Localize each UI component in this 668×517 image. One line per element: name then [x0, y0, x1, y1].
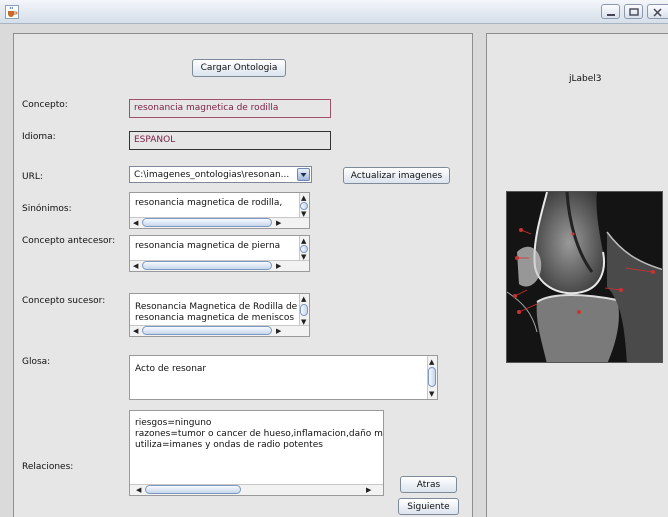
list-item: Resonancia Magnetica de Rodilla de	[135, 302, 298, 312]
vertical-scrollbar[interactable]: ▲ ▼	[299, 236, 309, 262]
window-title-bar	[0, 0, 668, 24]
sinonimos-list[interactable]: resonancia magnetica de rodilla, ▲ ▼ ◀ ▶	[129, 192, 310, 229]
glosa-textarea[interactable]: Acto de resonar ▲ ▼	[129, 355, 438, 400]
url-combobox-value: C:\imagenes_ontologias\resonan...	[134, 170, 290, 180]
atras-button[interactable]: Atras	[400, 476, 457, 493]
vertical-scrollbar[interactable]: ▲ ▼	[299, 193, 309, 219]
cargar-ontologia-button[interactable]: Cargar Ontologia	[192, 59, 286, 77]
antecesor-list[interactable]: resonancia magnetica de pierna ▲ ▼ ◀ ▶	[129, 235, 310, 272]
java-cup-icon	[5, 5, 19, 19]
scroll-thumb[interactable]	[300, 245, 308, 253]
relaciones-label: Relaciones:	[22, 462, 74, 472]
scroll-thumb[interactable]	[142, 326, 272, 335]
scroll-thumb[interactable]	[300, 202, 308, 210]
actualizar-imagenes-button[interactable]: Actualizar imagenes	[343, 167, 450, 184]
minimize-icon[interactable]	[601, 4, 620, 19]
url-combobox[interactable]: C:\imagenes_ontologias\resonan...	[129, 166, 312, 183]
list-item: resonancia magnetica de pierna	[135, 241, 281, 251]
jlabel3-label: jLabel3	[569, 74, 602, 84]
list-item: utiliza=imanes y ondas de radio potentes	[135, 440, 323, 450]
glosa-label: Glosa:	[22, 357, 51, 367]
horizontal-scrollbar[interactable]: ◀ ▶	[130, 217, 309, 228]
list-item: resonancia magnetica de meniscos	[135, 313, 295, 323]
idioma-label: Idioma:	[22, 132, 56, 142]
list-item: resonancia magnetica de rodilla,	[135, 198, 283, 208]
list-item: razones=tumor o cancer de hueso,inflamac…	[135, 429, 384, 439]
scroll-thumb[interactable]	[142, 218, 272, 227]
url-label: URL:	[22, 172, 43, 182]
siguiente-button[interactable]: Siguiente	[398, 498, 459, 515]
horizontal-scrollbar[interactable]: ◀ ▶	[130, 325, 309, 336]
vertical-scrollbar[interactable]: ▲ ▼	[299, 294, 309, 327]
chevron-down-icon[interactable]	[297, 168, 310, 181]
concepto-label: Concepto:	[22, 100, 68, 110]
horizontal-scrollbar[interactable]: ◀ ▶	[130, 260, 309, 271]
sucesor-label: Concepto sucesor:	[22, 296, 106, 306]
vertical-scrollbar[interactable]: ▲ ▼	[427, 356, 437, 399]
scroll-thumb[interactable]	[142, 261, 272, 270]
glosa-text: Acto de resonar	[135, 364, 207, 374]
sucesor-list[interactable]: Resonancia Magnetica de Rodilla de reson…	[129, 293, 310, 337]
scroll-thumb[interactable]	[428, 367, 436, 387]
close-icon[interactable]	[647, 4, 668, 19]
list-item: riesgos=ninguno	[135, 418, 212, 428]
sinonimos-label: Sinónimos:	[22, 204, 72, 214]
horizontal-scrollbar[interactable]: ◀ ▶	[130, 484, 383, 495]
relaciones-textarea[interactable]: riesgos=ninguno razones=tumor o cancer d…	[129, 410, 384, 496]
scroll-thumb[interactable]	[300, 304, 308, 316]
antecesor-label: Concepto antecesor:	[22, 236, 116, 246]
scroll-thumb[interactable]	[145, 485, 241, 494]
idioma-field[interactable]: ESPANOL	[129, 131, 331, 150]
mri-knee-image	[506, 191, 663, 363]
concepto-field[interactable]: resonancia magnetica de rodilla	[129, 99, 331, 118]
maximize-icon[interactable]	[624, 4, 643, 19]
